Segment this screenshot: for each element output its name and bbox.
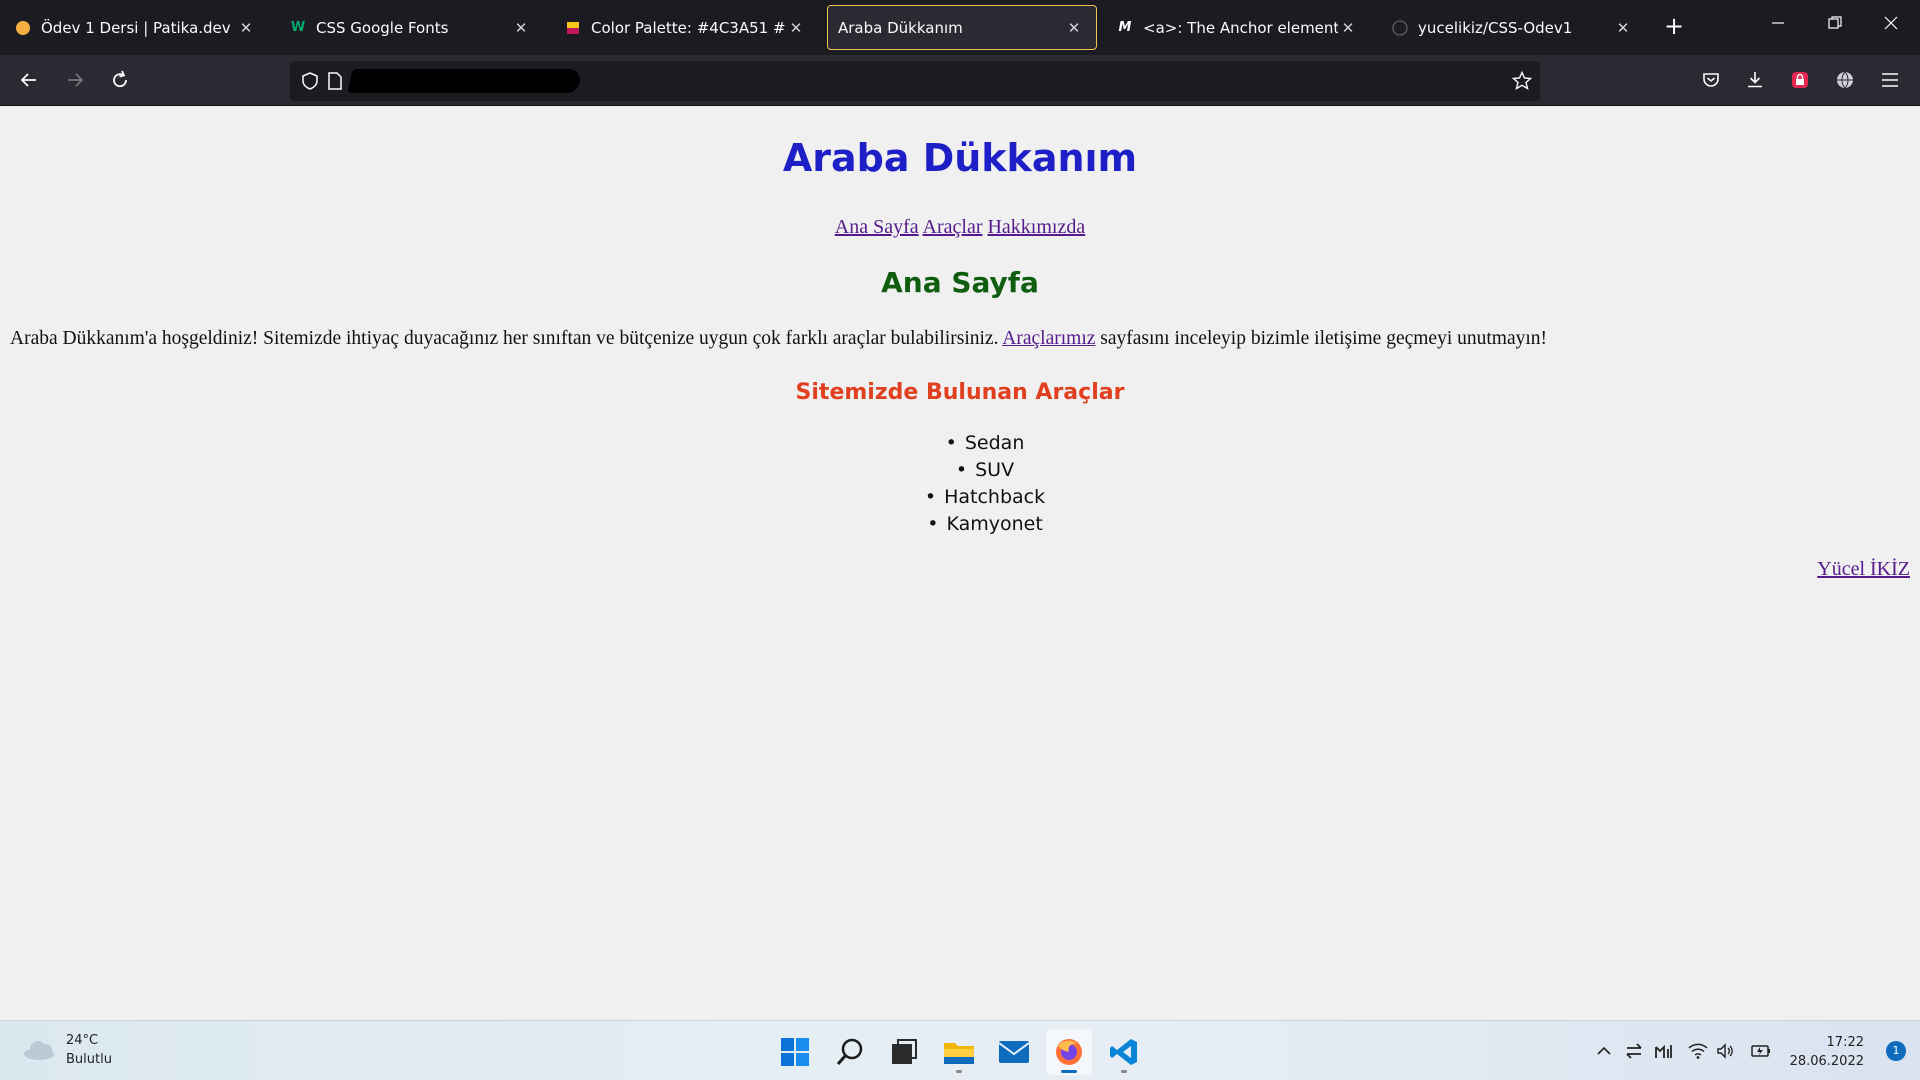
running-indicator (956, 1070, 962, 1073)
clock-time: 17:22 (1826, 1035, 1864, 1050)
section-heading: Ana Sayfa (881, 266, 1039, 299)
file-explorer-icon[interactable] (936, 1029, 982, 1075)
chevron-up-icon[interactable] (1592, 1039, 1616, 1063)
start-windows-icon[interactable] (772, 1029, 818, 1075)
pocket-icon[interactable] (1696, 65, 1726, 95)
close-tab-icon[interactable]: ✕ (236, 19, 256, 37)
vscode-icon[interactable] (1101, 1029, 1147, 1075)
lock-extension-icon[interactable] (1785, 65, 1815, 95)
list-item: Sedan (0, 430, 1920, 457)
close-window-icon[interactable] (1876, 10, 1906, 40)
running-indicator (1121, 1070, 1127, 1073)
back-arrow-icon[interactable] (14, 65, 44, 95)
weather-widget[interactable]: 24°C Bulutlu (22, 1031, 112, 1069)
mdn-favicon-icon: M (1118, 20, 1132, 35)
author-link[interactable]: Yücel İKİZ (1817, 558, 1910, 580)
weather-temp: 24°C (66, 1033, 99, 1048)
wifi-icon[interactable] (1686, 1039, 1710, 1063)
forward-arrow-icon[interactable] (60, 65, 90, 95)
clock[interactable]: 17:22 28.06.2022 (1790, 1033, 1864, 1071)
w3schools-favicon-icon: W (290, 20, 306, 35)
notification-badge[interactable]: 1 (1886, 1041, 1906, 1061)
bookmark-star-icon[interactable] (1512, 71, 1532, 91)
reload-icon[interactable] (105, 65, 135, 95)
tab-bar: Ödev 1 Dersi | Patika.dev ✕ W CSS Google… (0, 0, 1920, 55)
close-tab-icon[interactable]: ✕ (1064, 19, 1084, 37)
welcome-paragraph: Araba Dükkanım'a hoşgeldiniz! Sitemizde … (10, 328, 1910, 350)
volume-icon[interactable] (1714, 1039, 1738, 1063)
list-item: Kamyonet (0, 511, 1920, 538)
page-title: Araba Dükkanım (782, 136, 1138, 180)
araclarimiz-link[interactable]: Araçlarımız (1002, 328, 1095, 349)
redacted-url (347, 69, 583, 93)
nav-link-hakkimizda[interactable]: Hakkımızda (987, 216, 1085, 238)
downloads-icon[interactable] (1740, 65, 1770, 95)
clock-date: 28.06.2022 (1789, 1054, 1864, 1069)
paragraph-text: sayfasını inceleyip bizimle iletişime ge… (1100, 328, 1548, 349)
page-icon[interactable] (325, 71, 345, 91)
close-tab-icon[interactable]: ✕ (786, 19, 806, 37)
meter-icon[interactable] (1651, 1039, 1675, 1063)
list-item: Hatchback (0, 484, 1920, 511)
tab-anchor-element[interactable]: M <a>: The Anchor element - HTML ✕ (1102, 5, 1370, 50)
search-icon[interactable] (827, 1029, 873, 1075)
firefox-icon[interactable] (1046, 1029, 1092, 1075)
github-favicon-icon (1392, 19, 1408, 36)
active-indicator (1061, 1070, 1077, 1073)
close-tab-icon[interactable]: ✕ (1613, 19, 1633, 37)
tab-github[interactable]: yucelikiz/CSS-Odev1 ✕ (1377, 5, 1645, 50)
footer: Yücel İKİZ (1817, 558, 1910, 581)
globe-extension-icon[interactable] (1830, 65, 1860, 95)
close-tab-icon[interactable]: ✕ (1338, 19, 1358, 37)
menu-hamburger-icon[interactable] (1875, 65, 1905, 95)
tab-title: CSS Google Fonts (316, 18, 449, 37)
nav-link-ana-sayfa[interactable]: Ana Sayfa (835, 216, 919, 238)
web-page: Araba Dükkanım Ana Sayfa Araçlar Hakkımı… (0, 106, 1920, 1020)
tab-color-palette[interactable]: Color Palette: #4C3A51 #774360 ✕ (550, 5, 818, 50)
list-item: SUV (0, 457, 1920, 484)
nav-link-araclar[interactable]: Araçlar (923, 216, 983, 238)
tab-google-fonts[interactable]: W CSS Google Fonts ✕ (275, 5, 543, 50)
shield-icon[interactable] (300, 71, 320, 91)
vehicle-list: Sedan SUV Hatchback Kamyonet (0, 430, 1920, 538)
url-bar[interactable] (290, 61, 1540, 101)
palette-favicon-icon (565, 20, 581, 36)
site-nav: Ana Sayfa Araçlar Hakkımızda (0, 216, 1920, 239)
vehicles-heading: Sitemizde Bulunan Araçlar (795, 380, 1125, 405)
patika-favicon-icon (15, 20, 31, 36)
new-tab-button[interactable]: + (1660, 12, 1688, 42)
cloud-icon (22, 1039, 56, 1061)
minimize-icon[interactable] (1763, 10, 1793, 40)
tab-patika[interactable]: Ödev 1 Dersi | Patika.dev ✕ (0, 5, 268, 50)
tab-title: yucelikiz/CSS-Odev1 (1418, 18, 1573, 37)
tab-title: <a>: The Anchor element - HTML (1143, 18, 1338, 37)
transfer-icon[interactable] (1622, 1039, 1646, 1063)
tab-araba-dukkanim[interactable]: Araba Dükkanım ✕ (827, 5, 1097, 50)
tab-title: Color Palette: #4C3A51 #774360 (591, 18, 786, 37)
paragraph-text: Araba Dükkanım'a hoşgeldiniz! Sitemizde … (10, 328, 999, 349)
windows-taskbar: 24°C Bulutlu 17:22 28.06.2022 1 (0, 1020, 1920, 1080)
close-tab-icon[interactable]: ✕ (511, 19, 531, 37)
restore-icon[interactable] (1820, 10, 1850, 40)
tab-title: Ödev 1 Dersi | Patika.dev (41, 18, 231, 37)
battery-icon[interactable] (1749, 1039, 1773, 1063)
mail-icon[interactable] (991, 1029, 1037, 1075)
tab-title: Araba Dükkanım (838, 18, 963, 37)
navigation-toolbar (0, 55, 1920, 106)
task-view-icon[interactable] (881, 1029, 927, 1075)
weather-desc: Bulutlu (66, 1052, 112, 1067)
